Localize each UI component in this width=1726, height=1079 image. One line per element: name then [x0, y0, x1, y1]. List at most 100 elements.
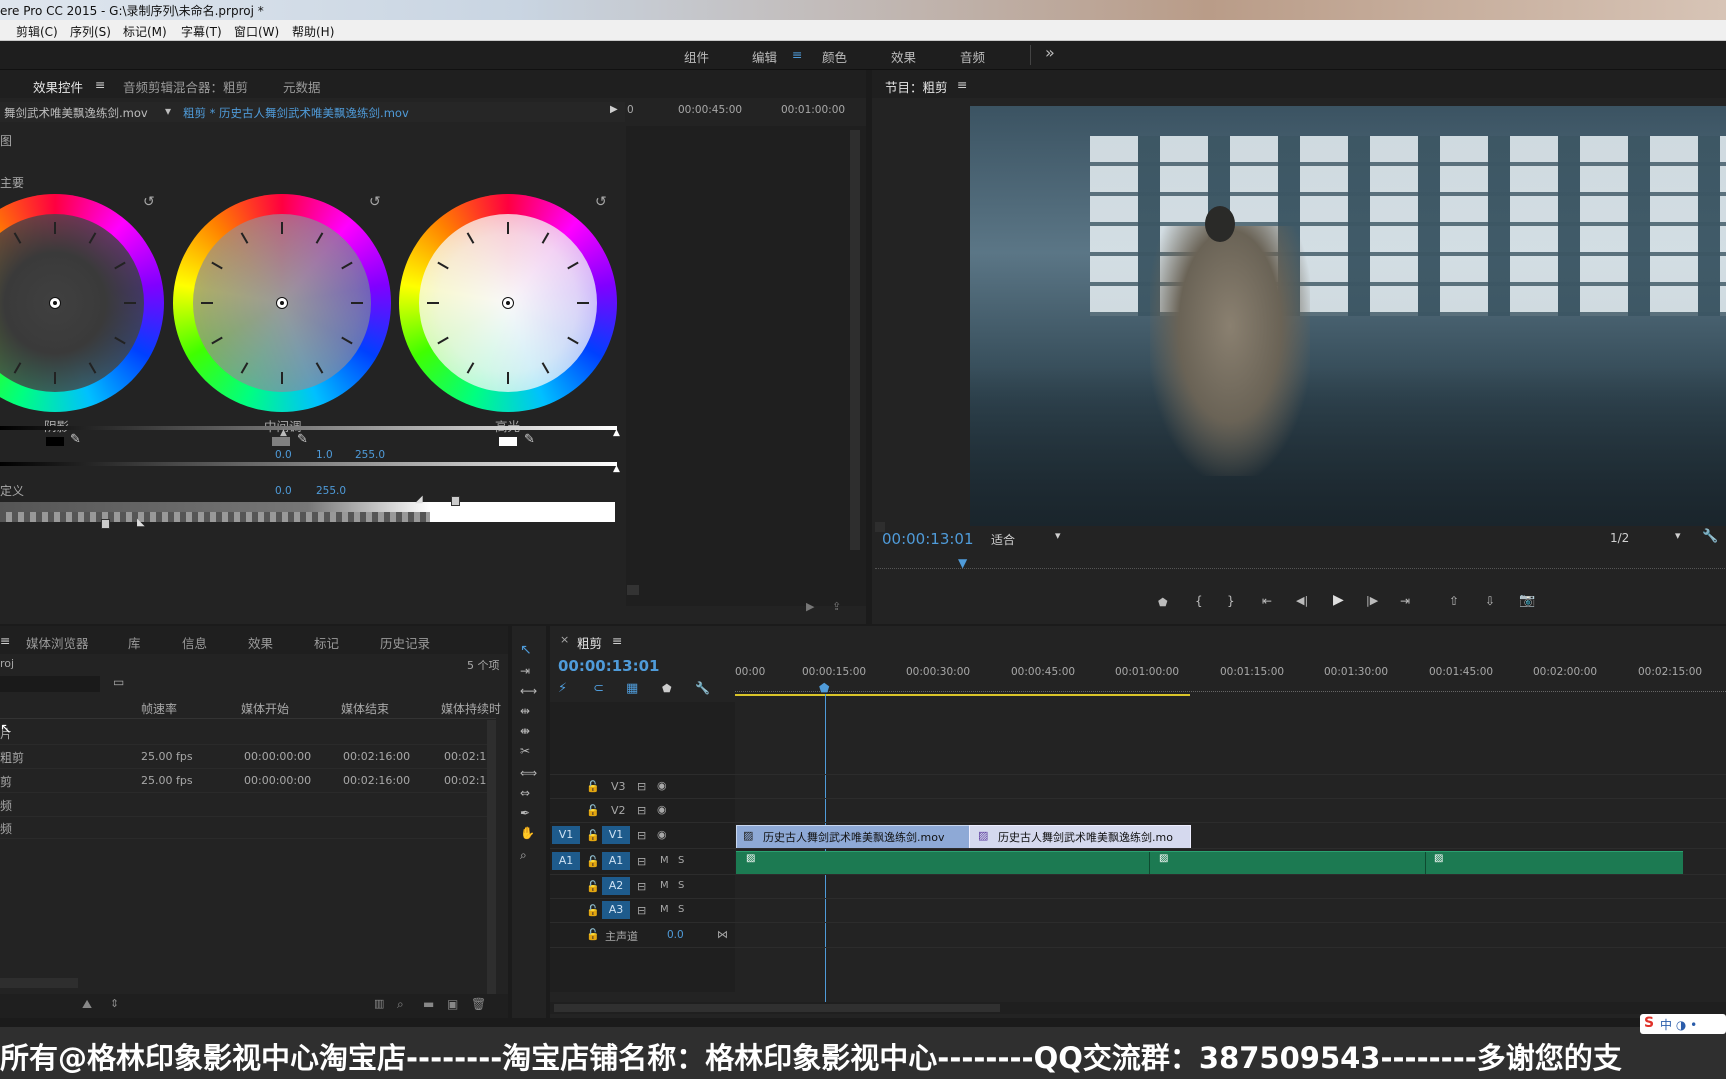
tab-info[interactable]: 信息: [182, 633, 207, 652]
lock-icon[interactable]: 🔓: [586, 880, 600, 893]
midtones-wheel-handle[interactable]: [276, 297, 288, 309]
go-to-in-icon[interactable]: ⇤: [1262, 594, 1272, 608]
mark-out-icon[interactable]: }: [1227, 594, 1235, 608]
source-patch-a1[interactable]: A1: [552, 852, 580, 870]
tab-menu-icon[interactable]: ≡: [957, 77, 967, 92]
camera-icon[interactable]: 📷: [1519, 593, 1535, 608]
solo-button[interactable]: S: [678, 855, 684, 866]
tab-metadata[interactable]: 元数据: [283, 77, 321, 96]
project-hscrollbar[interactable]: [0, 978, 78, 988]
chevron-down-icon[interactable]: ▾: [1675, 529, 1681, 542]
mark-in-icon[interactable]: {: [1195, 594, 1203, 608]
tab-markers[interactable]: 标记: [314, 633, 339, 652]
lock-icon[interactable]: 🔓: [586, 904, 600, 917]
lock-icon[interactable]: 🔓: [586, 928, 600, 941]
shadows-wheel-handle[interactable]: [49, 297, 61, 309]
search-input[interactable]: [0, 676, 100, 692]
filter-icon[interactable]: ▶︎: [806, 600, 814, 613]
rate-stretch-tool-icon[interactable]: ⇼: [520, 724, 530, 738]
timeline-timecode[interactable]: 00:00:13:01: [558, 657, 660, 675]
eyedropper-icon[interactable]: ✎: [70, 432, 81, 447]
highlights-wheel-handle[interactable]: [502, 297, 514, 309]
slider-handle[interactable]: ◣: [137, 517, 145, 528]
list-item[interactable]: 频: [0, 792, 488, 817]
workspace-editing[interactable]: 编辑: [752, 47, 777, 66]
workspace-audio[interactable]: 音频: [960, 47, 985, 66]
midtones-color-wheel[interactable]: [173, 194, 391, 412]
play-icon[interactable]: ▶: [610, 104, 618, 115]
reset-icon[interactable]: ↺: [369, 194, 381, 210]
tab-effects[interactable]: 效果: [248, 633, 273, 652]
highlights-swatch[interactable]: [499, 437, 517, 446]
program-monitor-title[interactable]: 节目：粗剪: [885, 77, 948, 96]
project-scrollbar[interactable]: [487, 720, 496, 1000]
add-marker-icon[interactable]: ⬟: [662, 682, 672, 695]
shadows-color-wheel[interactable]: [0, 194, 164, 412]
eye-icon[interactable]: ◉: [657, 779, 667, 792]
source-clip-name[interactable]: 舞剑武术唯美飘逸练剑.mov: [4, 105, 148, 121]
snap-icon[interactable]: ⚡: [558, 681, 567, 696]
fit-dropdown[interactable]: 适合: [991, 531, 1015, 548]
slider-handle[interactable]: ▲: [613, 428, 620, 438]
track-name[interactable]: V2: [611, 804, 626, 817]
menu-window[interactable]: 窗口(W): [234, 23, 279, 40]
step-forward-icon[interactable]: |▶: [1366, 594, 1378, 607]
workspace-menu-icon[interactable]: ≡: [792, 47, 802, 62]
track-target-a3[interactable]: A3: [602, 901, 630, 919]
slide-tool-icon[interactable]: ⇔: [520, 786, 530, 800]
playhead-handle[interactable]: ⬟: [819, 681, 829, 695]
ripple-edit-tool-icon[interactable]: ⟷: [520, 684, 537, 698]
output-levels-slider[interactable]: [0, 462, 617, 466]
lock-icon[interactable]: 🔓: [586, 780, 600, 793]
menu-marker[interactable]: 标记(M): [123, 23, 167, 40]
trash-icon[interactable]: 🗑: [471, 997, 486, 1011]
selection-tool-icon[interactable]: ↖: [520, 642, 532, 658]
eye-icon[interactable]: ◉: [657, 803, 667, 816]
solo-button[interactable]: S: [678, 904, 684, 915]
workspace-effects[interactable]: 效果: [891, 47, 916, 66]
lock-icon[interactable]: 🔓: [586, 855, 600, 868]
track-target-a1[interactable]: A1: [602, 852, 630, 870]
tab-history[interactable]: 历史记录: [380, 633, 430, 652]
tab-menu-icon[interactable]: ≡: [95, 77, 105, 92]
go-to-out-icon[interactable]: ⇥: [1400, 594, 1410, 608]
sync-lock-icon[interactable]: ⊟: [637, 904, 646, 917]
mute-button[interactable]: M: [660, 904, 669, 915]
list-item[interactable]: 频: [0, 816, 488, 839]
tab-effect-controls[interactable]: 效果控件: [33, 77, 83, 96]
output-black-value[interactable]: 0.0: [275, 485, 292, 497]
video-clip[interactable]: ▨ 历史古人舞剑武术唯美飘逸练剑.mo: [969, 825, 1191, 849]
slider-handle[interactable]: [451, 496, 460, 506]
sync-lock-icon[interactable]: ⊟: [637, 829, 646, 842]
razor-tool-icon[interactable]: ✂: [520, 744, 530, 758]
playhead[interactable]: ▼: [958, 556, 967, 570]
slider-handle[interactable]: ◢: [415, 494, 423, 505]
reset-icon[interactable]: ↺: [595, 194, 607, 210]
slider-handle[interactable]: [101, 519, 110, 529]
input-black-value[interactable]: 0.0: [275, 449, 292, 461]
folder-icon[interactable]: ▬: [423, 997, 434, 1011]
eye-icon[interactable]: ◉: [657, 828, 667, 841]
menu-help[interactable]: 帮助(H): [292, 23, 334, 40]
go-to-end-icon[interactable]: ⋈: [717, 928, 728, 941]
list-item[interactable]: 片: [0, 720, 488, 745]
program-ruler[interactable]: [875, 556, 1725, 569]
timeline-hscrollbar[interactable]: [554, 1004, 1000, 1012]
menu-sequence[interactable]: 序列(S): [70, 23, 111, 40]
list-item[interactable]: 粗剪 25.00 fps 00:00:00:00 00:02:16:00 00:…: [0, 744, 493, 769]
video-clip[interactable]: ▨ 历史古人舞剑武术唯美飘逸练剑.mov: [736, 825, 970, 849]
sync-lock-icon[interactable]: ⊟: [637, 855, 646, 868]
tab-menu-icon[interactable]: ≡: [0, 633, 10, 648]
highlights-color-wheel[interactable]: [399, 194, 617, 412]
automate-icon[interactable]: ▥: [374, 997, 384, 1010]
zoom-tool-icon[interactable]: ⌕: [520, 848, 527, 863]
slider-handle[interactable]: ▲: [613, 464, 620, 474]
work-area-bar[interactable]: [735, 694, 1190, 696]
workspace-color[interactable]: 颜色: [822, 47, 847, 66]
track-target-v1[interactable]: V1: [602, 826, 630, 844]
sync-lock-icon[interactable]: ⊟: [637, 880, 646, 893]
master-volume[interactable]: 0.0: [667, 929, 684, 941]
track-name[interactable]: V3: [611, 780, 626, 793]
ec-scrollbar[interactable]: [850, 130, 860, 550]
workspace-assembly[interactable]: 组件: [684, 47, 709, 66]
